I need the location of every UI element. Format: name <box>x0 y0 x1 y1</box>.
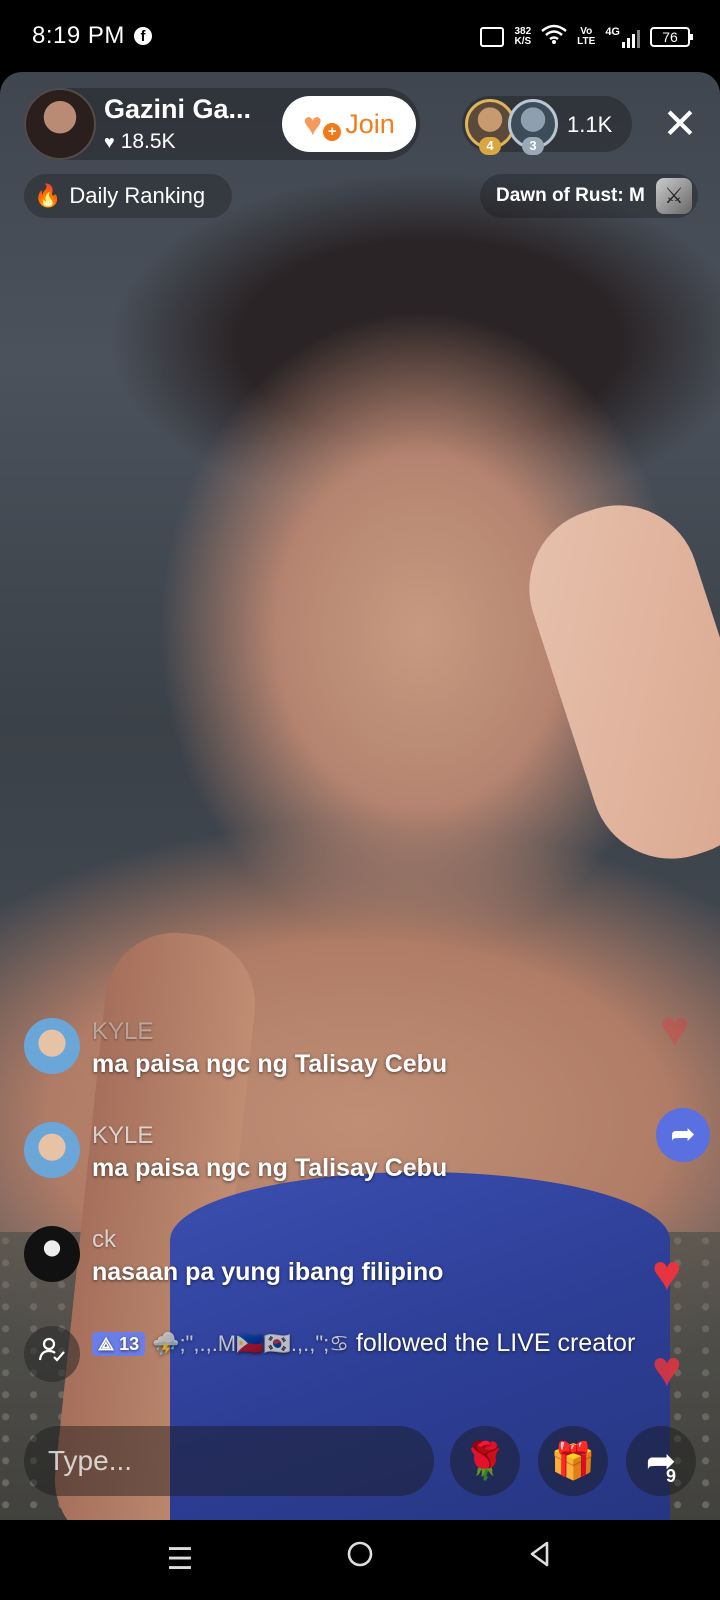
share-button[interactable]: ➦ <box>626 1426 696 1496</box>
game-label: Dawn of Rust: M <box>496 185 645 206</box>
signal-icon: 4G <box>605 26 640 48</box>
chat-username[interactable]: ck <box>92 1226 116 1254</box>
battery-icon: 76 <box>650 27 693 47</box>
network-type: 4G <box>605 26 620 38</box>
cast-icon <box>480 27 505 47</box>
flame-icon: 🔥 <box>34 183 62 208</box>
video-figure-hand <box>508 484 720 880</box>
chat-username[interactable]: KYLE <box>92 1018 153 1046</box>
close-button[interactable]: ✕ <box>660 100 700 148</box>
heart-icon: ♥ <box>104 131 115 152</box>
share-arrow-icon: ➦ <box>656 1108 710 1162</box>
recent-apps-icon[interactable]: ☰ <box>150 1538 210 1582</box>
join-button[interactable]: ♥ + Join <box>282 96 416 152</box>
viewer-rank-badge: 4 <box>479 137 501 155</box>
network-speed: 382 K/S <box>514 27 531 47</box>
host-likes-count: 18.5K <box>120 130 176 153</box>
gift-button[interactable]: 🎁 <box>538 1426 608 1496</box>
join-label: Join <box>345 108 395 139</box>
floating-heart-icon: ♥ <box>660 1001 690 1057</box>
live-video[interactable] <box>0 72 720 1520</box>
wifi-icon <box>541 24 567 50</box>
comment-input[interactable] <box>24 1426 434 1496</box>
level-badge: ⟁ 13 <box>92 1332 146 1357</box>
host-avatar[interactable] <box>24 88 96 160</box>
chat-avatar[interactable] <box>24 1018 80 1074</box>
game-banner[interactable]: Dawn of Rust: M ⚔ <box>480 174 698 218</box>
follow-username[interactable]: ⛈️;",.,.M🇵🇭🇰🇷.,.,";♋ <box>152 1331 349 1356</box>
level-value: 13 <box>119 1334 140 1355</box>
viewer-rank-badge: 3 <box>522 137 544 155</box>
speed-unit: K/S <box>514 36 532 47</box>
chat-avatar[interactable] <box>24 1122 80 1178</box>
volte-indicator: Vo LTE <box>577 27 595 47</box>
daily-ranking-button[interactable]: 🔥 Daily Ranking <box>24 174 232 218</box>
host-name[interactable]: Gazini Ga... <box>104 94 251 125</box>
volte-bottom: LTE <box>577 36 596 47</box>
facebook-notification-icon: f <box>134 27 152 45</box>
follow-event: ⟁ 13 ⛈️;",.,.M🇵🇭🇰🇷.,.,";♋ followed the L… <box>92 1326 672 1361</box>
status-bar: 8:19 PM f 382 K/S Vo LTE 4G 76 <box>0 0 720 72</box>
rose-gift-button[interactable]: 🌹 <box>450 1426 520 1496</box>
floating-heart-icon: ♥ <box>652 1245 682 1301</box>
follow-user-icon <box>24 1326 80 1382</box>
status-icons: 382 K/S Vo LTE 4G 76 <box>480 22 693 52</box>
share-count: 9 <box>666 1466 677 1486</box>
follow-action: followed the LIVE creator <box>355 1329 636 1357</box>
chat-text: ma paisa ngc ng Talisay Cebu <box>92 1050 448 1078</box>
daily-ranking-label: Daily Ranking <box>69 183 206 208</box>
home-icon[interactable] <box>330 1538 390 1582</box>
navigation-bar: ☰ <box>0 1520 720 1600</box>
floating-heart-icon: ♥ <box>652 1341 682 1397</box>
chat-username[interactable]: KYLE <box>92 1122 153 1150</box>
join-heart-icon: ♥ + <box>303 108 342 141</box>
chat-text: nasaan pa yung ibang filipino <box>92 1258 444 1286</box>
chat-avatar[interactable] <box>24 1226 80 1282</box>
host-likes: ♥ 18.5K <box>104 130 176 154</box>
game-icon: ⚔ <box>656 178 692 214</box>
chat-text: ma paisa ngc ng Talisay Cebu <box>92 1154 448 1182</box>
viewer-count[interactable]: 1.1K <box>567 112 612 138</box>
status-time: 8:19 PM <box>32 22 125 49</box>
back-icon[interactable] <box>510 1538 570 1582</box>
